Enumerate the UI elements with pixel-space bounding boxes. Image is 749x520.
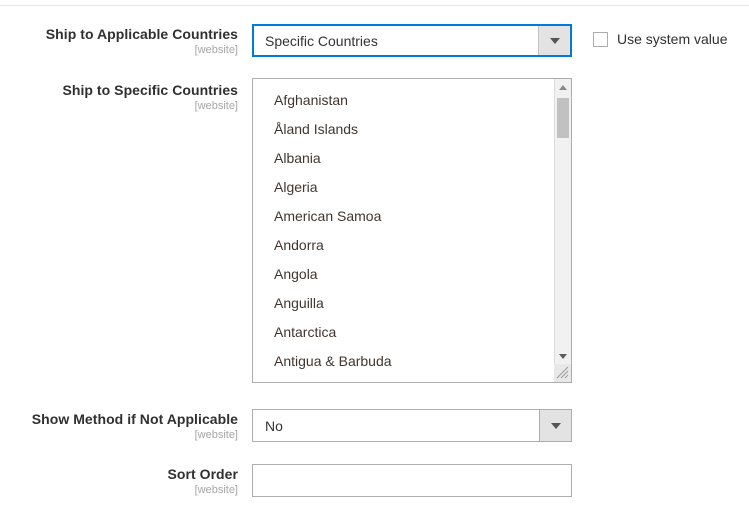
country-option-list[interactable]: Afghanistan Åland Islands Albania Algeria Am… xyxy=(253,79,554,382)
country-option[interactable]: Antigua & Barbuda xyxy=(253,347,554,376)
label-scope: [website] xyxy=(194,429,238,442)
country-option[interactable]: Algeria xyxy=(253,173,554,202)
country-option[interactable]: Albania xyxy=(253,144,554,173)
scroll-down-arrow-icon[interactable] xyxy=(555,348,571,364)
ship-to-applicable-countries-select[interactable]: Specific Countries xyxy=(252,24,572,57)
select-value: Specific Countries xyxy=(265,32,378,49)
use-system-value-group[interactable]: Use system value xyxy=(593,31,727,47)
label-ship-to-applicable-countries: Ship to Applicable Countries [website] xyxy=(0,26,238,57)
control-sort-order xyxy=(252,464,572,497)
label-scope: [website] xyxy=(194,100,238,113)
chevron-down-icon[interactable] xyxy=(539,410,571,441)
control-ship-to-specific-countries: Afghanistan Åland Islands Albania Algeria Am… xyxy=(252,78,572,383)
label-scope: [website] xyxy=(194,44,238,57)
label-ship-to-specific-countries: Ship to Specific Countries [website] xyxy=(0,82,238,113)
country-option[interactable]: Antarctica xyxy=(253,318,554,347)
label-title: Show Method if Not Applicable xyxy=(31,411,238,427)
label-title: Ship to Applicable Countries xyxy=(45,26,238,42)
label-scope: [website] xyxy=(194,484,238,497)
scroll-up-glyph xyxy=(559,84,567,90)
resize-grip-icon[interactable] xyxy=(554,364,571,382)
sort-order-input[interactable] xyxy=(252,464,572,497)
select-value: No xyxy=(265,417,283,434)
multiselect-scrollbar[interactable] xyxy=(554,79,571,382)
chevron-down-icon[interactable] xyxy=(538,26,570,55)
section-divider xyxy=(0,5,749,6)
country-option[interactable]: Andorra xyxy=(253,231,554,260)
country-option[interactable]: Anguilla xyxy=(253,289,554,318)
config-form-page: Ship to Applicable Countries [website] S… xyxy=(0,0,749,520)
country-option[interactable]: Afghanistan xyxy=(253,86,554,115)
label-title: Sort Order xyxy=(167,466,238,482)
show-method-if-not-applicable-select[interactable]: No xyxy=(252,409,572,442)
country-option[interactable]: American Samoa xyxy=(253,202,554,231)
use-system-value-label: Use system value xyxy=(617,31,728,47)
scroll-up-arrow-icon[interactable] xyxy=(555,79,571,95)
country-option[interactable]: Åland Islands xyxy=(253,115,554,144)
control-show-method-if-not-applicable: No xyxy=(252,409,572,442)
caret-glyph xyxy=(549,37,560,44)
label-title: Ship to Specific Countries xyxy=(62,82,238,98)
scrollbar-thumb[interactable] xyxy=(557,98,569,138)
use-system-value-checkbox[interactable] xyxy=(593,31,608,47)
scroll-down-glyph xyxy=(559,353,567,359)
label-show-method-if-not-applicable: Show Method if Not Applicable [website] xyxy=(0,411,238,442)
ship-to-specific-countries-multiselect[interactable]: Afghanistan Åland Islands Albania Algeria Am… xyxy=(252,78,572,383)
caret-glyph xyxy=(550,422,561,429)
country-option[interactable]: Angola xyxy=(253,260,554,289)
label-sort-order: Sort Order [website] xyxy=(0,466,238,497)
control-ship-to-applicable-countries: Specific Countries xyxy=(252,24,572,57)
